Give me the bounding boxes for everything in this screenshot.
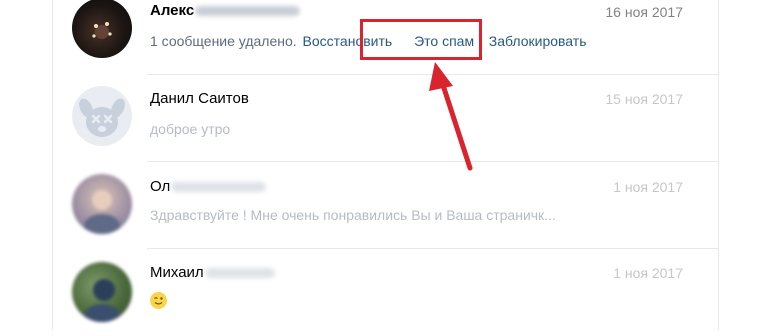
- dialog-date: 16 ноя 2017: [605, 4, 683, 20]
- avatar[interactable]: [72, 0, 132, 58]
- avatar-image: [84, 190, 120, 234]
- avatar-image: [92, 22, 112, 39]
- dialog-item[interactable]: Ол 1 ноя 2017 Здравствуйте ! Мне очень п…: [53, 162, 718, 249]
- avatar[interactable]: [72, 262, 132, 322]
- red-arrow-annotation-icon: [429, 62, 473, 171]
- dialog-name[interactable]: Михаил: [150, 264, 275, 281]
- message-preview: доброе утро: [150, 121, 231, 137]
- dialog-name-text: Ол: [150, 178, 171, 195]
- winking-smiley-emoji-icon: [150, 291, 167, 309]
- redacted-surname: [195, 6, 301, 17]
- dialog-name[interactable]: Данил Саитов: [150, 90, 249, 107]
- dialog-name-text: Алекс: [150, 2, 195, 19]
- dialog-name-text: Михаил: [150, 264, 204, 281]
- list-right-border: [718, 0, 719, 330]
- restore-highlight-box: [360, 19, 482, 60]
- dialog-name[interactable]: Алекс: [150, 2, 301, 19]
- avatar[interactable]: [72, 174, 132, 234]
- dialog-item[interactable]: Данил Саитов 15 ноя 2017 доброе утро: [53, 75, 718, 162]
- message-preview: Здравствуйте ! Мне очень понравились Вы …: [150, 207, 556, 223]
- dialog-item[interactable]: Михаил 1 ноя 2017: [53, 249, 718, 336]
- dialog-name[interactable]: Ол: [150, 178, 267, 195]
- dialog-list: Алекс 16 ноя 2017 1 сообщение удалено. В…: [53, 0, 718, 330]
- message-preview: [150, 291, 167, 309]
- redacted-surname: [171, 182, 267, 193]
- dialog-date: 15 ноя 2017: [605, 91, 683, 107]
- dialog-date: 1 ноя 2017: [613, 179, 683, 195]
- redacted-surname: [204, 268, 275, 279]
- deleted-notice: 1 сообщение удалено.: [150, 33, 297, 49]
- deactivated-dog-avatar-icon: [79, 98, 125, 137]
- block-link[interactable]: Заблокировать: [489, 33, 587, 49]
- avatar-image: [84, 279, 120, 322]
- avatar[interactable]: [72, 86, 132, 146]
- dialog-date: 1 ноя 2017: [613, 265, 683, 281]
